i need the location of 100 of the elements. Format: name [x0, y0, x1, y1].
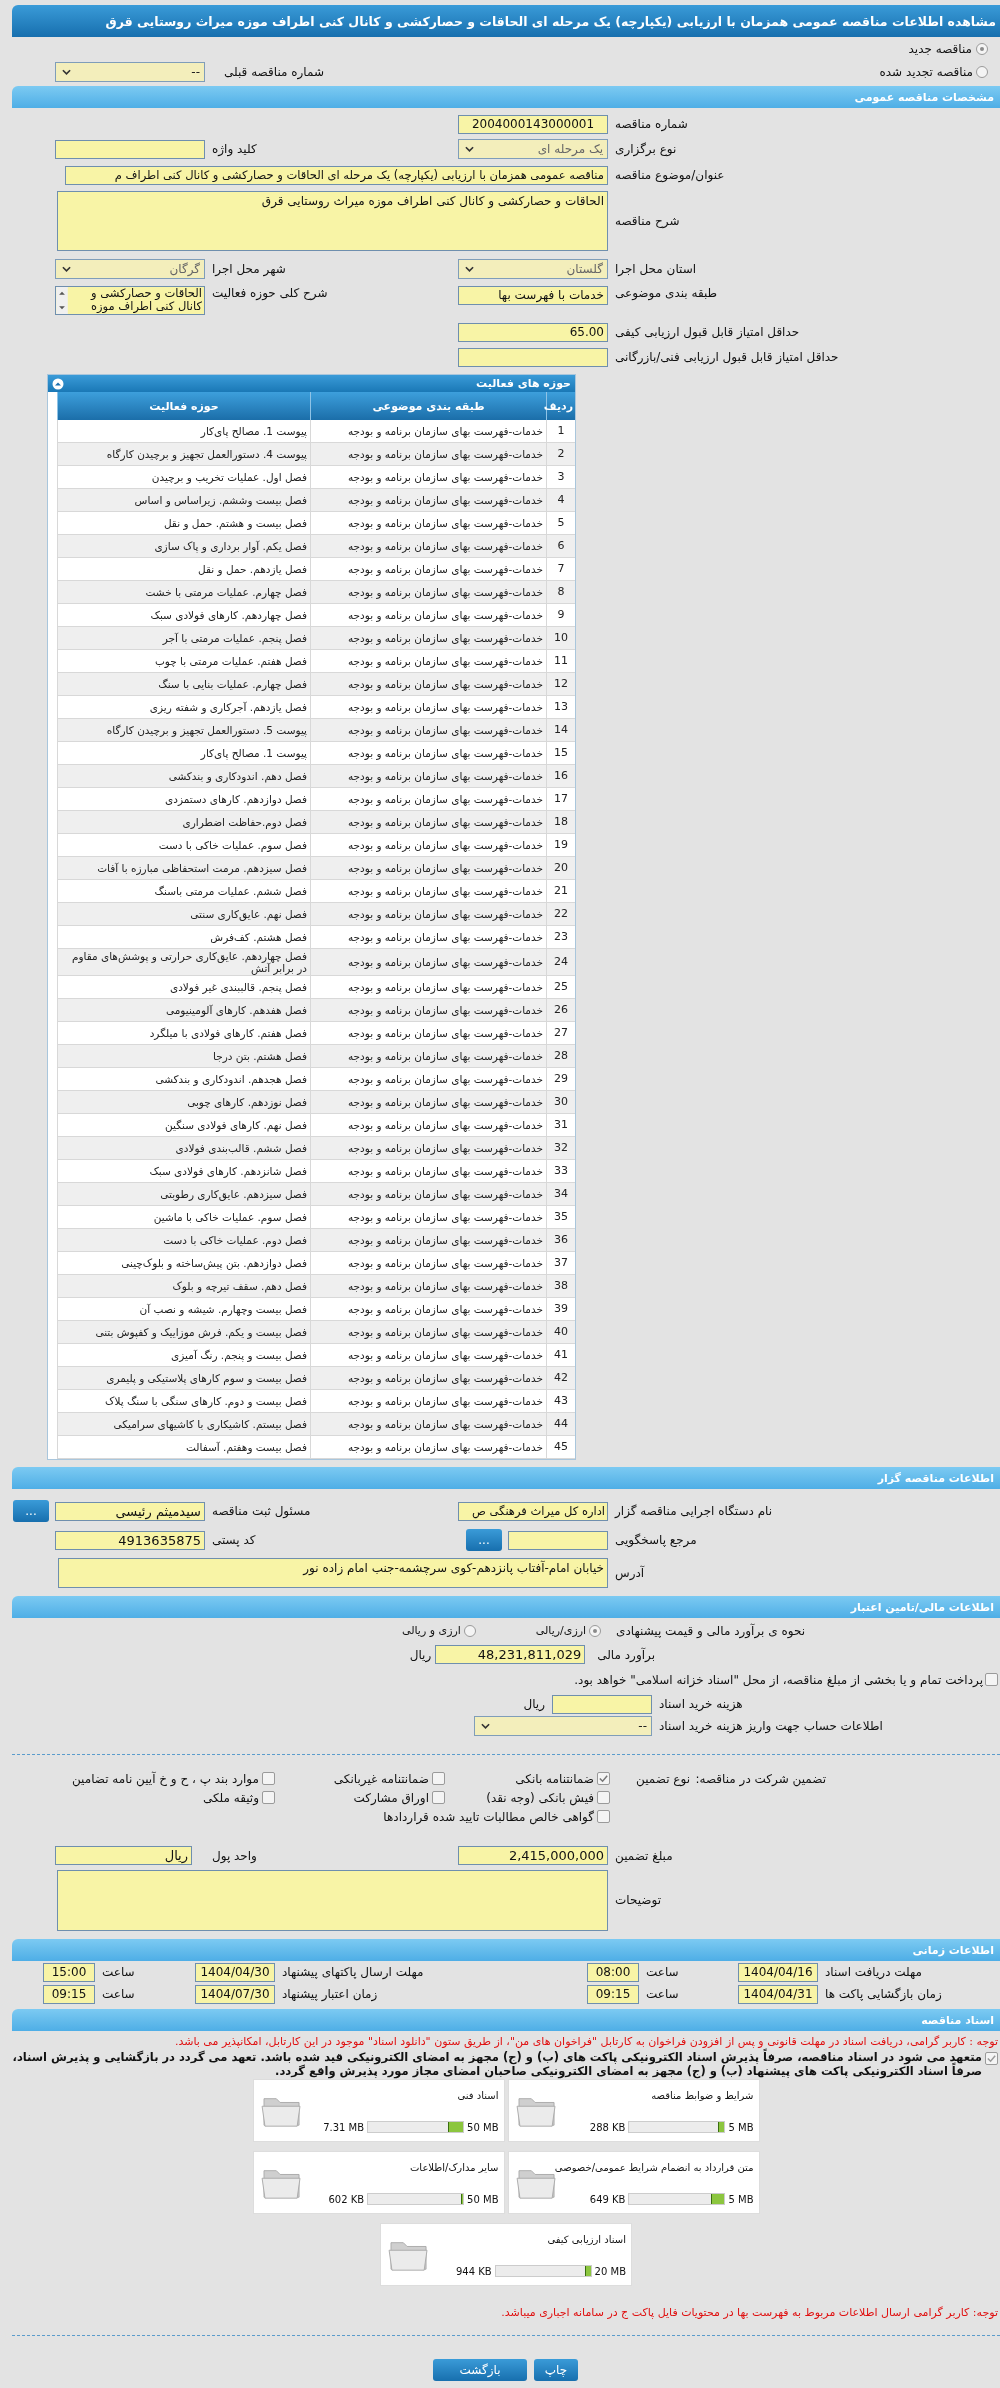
table-cell: خدمات-فهرست بهای سازمان برنامه و بودجه [310, 976, 546, 998]
browse-button[interactable]: ... [466, 1529, 502, 1551]
checkbox[interactable] [985, 1673, 998, 1686]
file-size: 944 KB [455, 2265, 492, 2277]
radio-button[interactable] [976, 42, 988, 55]
table-cell: خدمات-فهرست بهای سازمان برنامه و بودجه [310, 1436, 546, 1458]
checkbox[interactable] [432, 1772, 445, 1785]
table-cell: پیوست 5. دستورالعمل تجهیز و برچیدن کارگاه [57, 719, 310, 741]
table-cell: خدمات-فهرست بهای سازمان برنامه و بودجه [310, 788, 546, 810]
table-cell: پیوست 1. مصالح پای‌کار [57, 420, 310, 442]
field-label: زمان بازگشایی پاکت ها [824, 1987, 943, 2001]
notice-text: توجه : کاربر گرامی، دریافت اسناد در مهلت قانونی و پس از افزودن فراخوان به کارتابل "فراخوان های من"، از طریق ستون "دانلود اسناد" موجود در این کارتابل، امکانپذیر می باشد. [173, 2035, 999, 2048]
dropdown[interactable]: -- [55, 62, 205, 82]
unit-label: ریال [523, 1697, 545, 1711]
text-field[interactable]: خدمات با فهرست بها [458, 286, 608, 305]
text-field[interactable] [458, 347, 608, 367]
collapse-icon[interactable] [52, 377, 64, 390]
table-cell: خدمات-فهرست بهای سازمان برنامه و بودجه [310, 1275, 546, 1297]
table-cell: خدمات-فهرست بهای سازمان برنامه و بودجه [310, 1206, 546, 1228]
text-area[interactable]: الحاقات و حصارکشی و کانال کنی اطراف موزه میراث روستایی قرق [57, 191, 608, 251]
text-field[interactable] [508, 1530, 608, 1550]
text-field[interactable] [552, 1694, 652, 1714]
section-title: مشخصات مناقصه عمومی [854, 90, 994, 104]
table-cell: خدمات-فهرست بهای سازمان برنامه و بودجه [310, 696, 546, 718]
scrollbar [56, 287, 68, 314]
table-cell: فصل سوم. عملیات خاکی با ماشین [57, 1206, 310, 1228]
table-cell: خدمات-فهرست بهای سازمان برنامه و بودجه [310, 1091, 546, 1113]
checkbox[interactable] [432, 1791, 445, 1804]
text-field[interactable]: 2,415,000,000 [458, 1846, 608, 1865]
text-field[interactable]: 2004000143000001 [458, 114, 608, 134]
table-cell: خدمات-فهرست بهای سازمان برنامه و بودجه [310, 949, 546, 975]
time-field[interactable]: 15:00 [43, 1962, 95, 1982]
time-field[interactable]: 09:15 [43, 1984, 95, 2004]
table-cell: فصل ششم. قالب‌بندی فولادی [57, 1137, 310, 1159]
action-button[interactable]: بازگشت [433, 2359, 527, 2381]
checkbox[interactable] [597, 1791, 610, 1804]
table-cell: 17 [546, 788, 575, 810]
table-cell: فصل بیست و پنجم. رنگ آمیزی [57, 1344, 310, 1366]
table-cell: فصل هشتم. کف‌فرش [57, 926, 310, 948]
field-label: تضمین شرکت در مناقصه: [694, 1771, 826, 1789]
field-label: مهلت ارسال پاکتهای پیشنهاد [281, 1965, 425, 1979]
table-cell: 15 [546, 742, 575, 764]
dropdown[interactable]: -- [474, 1716, 652, 1736]
table-cell: فصل دهم. اندودکاری و بندکشی [57, 765, 310, 787]
table-cell: فصل یکم. آوار برداری و پاک سازی [57, 535, 310, 557]
date-field[interactable]: 1404/04/30 [195, 1962, 275, 1982]
table-cell: 14 [546, 719, 575, 741]
action-button[interactable]: چاپ [534, 2359, 578, 2381]
radio-button[interactable] [976, 66, 988, 78]
table-cell: 24 [546, 949, 575, 975]
checkbox-label: گواهی خالص مطالبات تایید شده قراردادها [383, 1809, 594, 1824]
text-field[interactable] [55, 139, 205, 159]
table-cell: 4 [546, 489, 575, 511]
time-field[interactable]: 08:00 [587, 1962, 639, 1982]
table-cell: خدمات-فهرست بهای سازمان برنامه و بودجه [310, 1022, 546, 1044]
table-cell: خدمات-فهرست بهای سازمان برنامه و بودجه [310, 1229, 546, 1251]
date-field[interactable]: 1404/07/30 [195, 1984, 275, 2004]
table-cell: فصل دوم. عملیات خاکی با دست [57, 1229, 310, 1251]
time-field[interactable]: 09:15 [587, 1984, 639, 2004]
dropdown[interactable]: گلستان [458, 259, 608, 279]
checkbox[interactable] [985, 2052, 998, 2065]
text-area[interactable] [57, 1869, 608, 1931]
checkbox[interactable] [597, 1810, 610, 1823]
table-cell: 9 [546, 604, 575, 626]
table-cell: پیوست 1. مصالح پای‌کار [57, 742, 310, 764]
field-label: واحد پول [211, 1848, 258, 1863]
field-label: شهر محل اجرا [211, 262, 287, 276]
table-cell: خدمات-فهرست بهای سازمان برنامه و بودجه [310, 466, 546, 488]
text-field[interactable]: 4913635875 [55, 1530, 205, 1550]
text-field[interactable]: 48,231,811,029 [435, 1645, 586, 1664]
table-cell: خدمات-فهرست بهای سازمان برنامه و بودجه [310, 1321, 546, 1343]
date-field[interactable]: 1404/04/16 [738, 1962, 818, 1982]
radio-button[interactable] [589, 1624, 602, 1637]
date-field[interactable]: 1404/04/31 [738, 1984, 818, 2004]
field-label: عنوان/موضوع مناقصه [614, 168, 726, 182]
radio-label: مناقصه جدید [908, 41, 972, 56]
dropdown[interactable]: گرگان [55, 259, 205, 279]
field-label: نام دستگاه اجرایی مناقصه گزار [613, 1504, 774, 1518]
table-cell: 29 [546, 1068, 575, 1090]
field-label: مهلت دریافت اسناد [824, 1965, 923, 1979]
text-field[interactable]: اداره کل میراث فرهنگی ص [458, 1501, 608, 1521]
text-field[interactable]: سیدمیثم رئیسی [55, 1501, 205, 1521]
file-size: 602 KB [328, 2193, 365, 2205]
browse-button[interactable]: ... [13, 1500, 49, 1522]
dropdown[interactable]: یک مرحله ای [458, 139, 608, 159]
checkbox[interactable] [262, 1791, 275, 1804]
table-cell: خدمات-فهرست بهای سازمان برنامه و بودجه [310, 857, 546, 879]
field-label: طبقه بندی موضوعی [614, 286, 719, 300]
checkbox[interactable] [597, 1772, 610, 1785]
field-label: مبلغ تضمین [614, 1848, 674, 1863]
text-area[interactable]: خیابان امام-آفتاب پانزدهم-کوی سرچشمه-جنب امام زاده نور [58, 1557, 608, 1588]
section-title: اطلاعات مناقصه گزار [877, 1471, 994, 1485]
table-cell: خدمات-فهرست بهای سازمان برنامه و بودجه [310, 1344, 546, 1366]
checkbox[interactable] [262, 1772, 275, 1785]
text-field[interactable]: ریال [55, 1846, 192, 1865]
table-cell: 36 [546, 1229, 575, 1251]
text-area[interactable]: الحاقات و حصارکشی و کانال کنی اطراف موزه [55, 286, 205, 315]
radio-button[interactable] [463, 1624, 476, 1637]
text-field[interactable]: 65.00 [458, 322, 608, 342]
text-field[interactable]: مناقصه عمومی همزمان با ارزیابی (یکپارچه) یک مرحله ای الحاقات و حصارکشی و کانال کنی اطراف م [65, 165, 608, 185]
